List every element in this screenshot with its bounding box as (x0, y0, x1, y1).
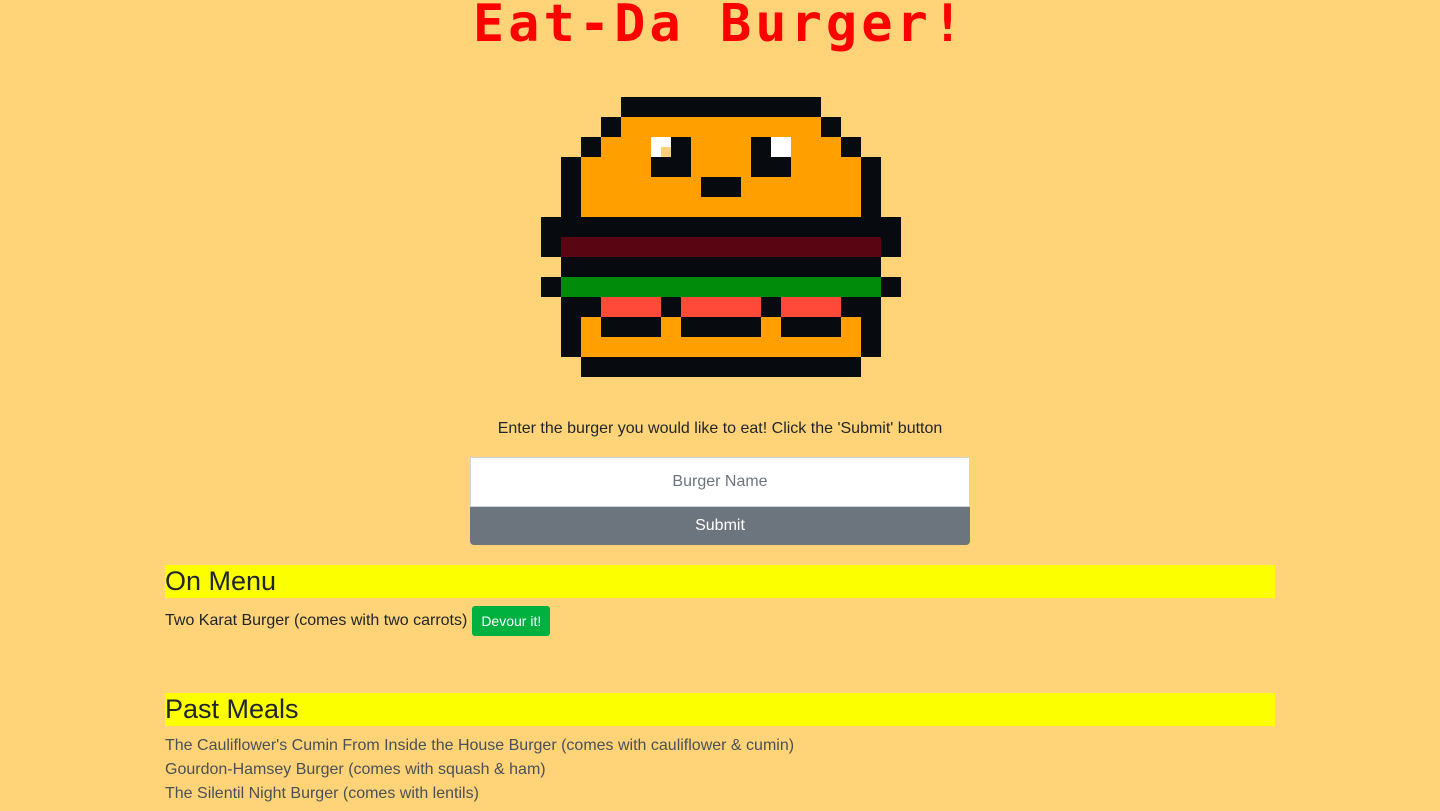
tomato-slice (681, 297, 761, 317)
menu-item-name: Two Karat Burger (comes with two carrots… (165, 612, 468, 629)
mouth (701, 177, 741, 197)
tomato-slice (781, 297, 841, 317)
past-meal-item: Gourdon-Hamsey Burger (comes with squash… (165, 761, 546, 778)
pixel-burger-icon (541, 97, 901, 377)
page-title: Eat-Da Burger! (472, 0, 968, 54)
past-meals-list: The Cauliflower's Cumin From Inside the … (165, 734, 794, 806)
devour-button[interactable]: Devour it! (472, 606, 551, 636)
instructions-text: Enter the burger you would like to eat! … (497, 420, 943, 437)
burger-name-input[interactable] (470, 457, 970, 507)
past-meal-item: The Cauliflower's Cumin From Inside the … (165, 737, 795, 754)
menu-item: Two Karat Burger (comes with two carrots… (165, 606, 551, 636)
past-meal-item: The Silentil Night Burger (comes with le… (165, 785, 479, 802)
on-menu-heading: On Menu (165, 565, 1275, 598)
patty (561, 237, 881, 257)
bun-outline-bottom (581, 357, 861, 377)
past-meals-heading: Past Meals (165, 693, 1275, 726)
tomato-slice (601, 297, 661, 317)
bun-top-fill (581, 117, 861, 217)
page: Eat-Da Burger! Enter the burger you woul… (0, 0, 1440, 811)
lettuce (561, 277, 881, 297)
submit-button[interactable]: Submit (470, 507, 970, 545)
bun-outline-top (621, 97, 821, 117)
